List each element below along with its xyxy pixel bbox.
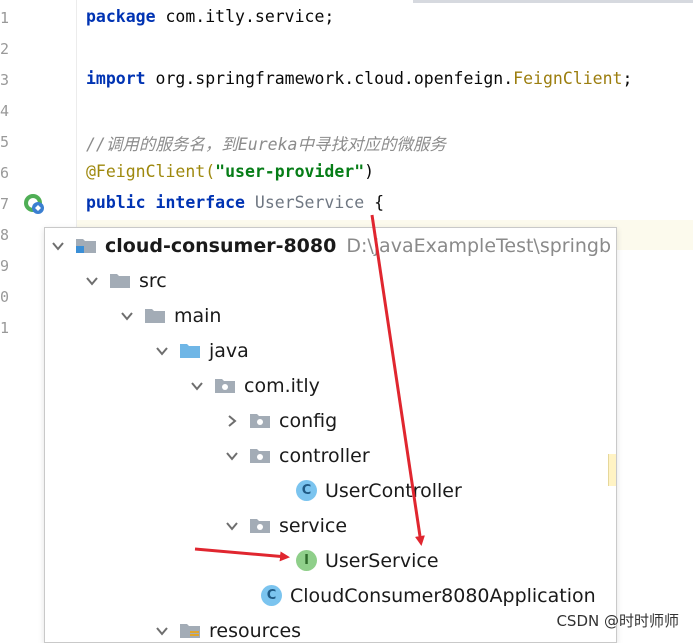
project-name: cloud-consumer-8080 (105, 234, 337, 257)
line-number-6: 6 (0, 164, 10, 182)
tree-row-main[interactable]: main (120, 298, 221, 333)
chevron-down-icon[interactable] (225, 449, 239, 463)
resources-folder-icon (180, 624, 200, 638)
tree-row-java[interactable]: java (155, 333, 249, 368)
chevron-down-icon[interactable] (190, 379, 204, 393)
package-icon (250, 449, 270, 463)
package-icon (250, 414, 270, 428)
tree-label: com.itly (244, 374, 320, 397)
line-number-8: 8 (0, 226, 10, 244)
project-path: D:\javaExampleTest\springb (346, 234, 612, 257)
tree-label: controller (279, 444, 370, 467)
line-number-10: 0 (0, 288, 10, 306)
folder-icon (110, 274, 130, 288)
chevron-down-icon[interactable] (155, 344, 169, 358)
tree-label: service (279, 514, 348, 537)
spring-boot-class-icon: C (261, 585, 282, 606)
tree-row-src[interactable]: src (85, 263, 167, 298)
tree-label: src (139, 269, 167, 292)
line-number-11: 1 (0, 319, 10, 337)
code-line-1[interactable]: package com.itly.service; (86, 7, 334, 26)
package-icon (250, 519, 270, 533)
source-folder-icon (180, 344, 200, 358)
tree-label: java (209, 339, 249, 362)
chevron-right-icon[interactable] (225, 414, 239, 428)
code-line-7[interactable]: public interface UserService { (86, 193, 384, 212)
line-number-4: 4 (0, 102, 10, 120)
line-number-3: 3 (0, 71, 10, 89)
line-number-7: 7 (0, 195, 10, 213)
code-line-6[interactable]: @FeignClient("user-provider") (86, 162, 374, 181)
tree-label: CloudConsumer8080Application (290, 584, 596, 607)
watermark: CSDN @时时师师 (556, 612, 679, 630)
code-line-3[interactable]: import org.springframework.cloud.openfei… (86, 69, 632, 88)
tree-row-user-service[interactable]: I UserService (296, 543, 439, 578)
project-tree-popup[interactable]: cloud-consumer-8080 D:\javaExampleTest\s… (44, 227, 617, 643)
editor-tab-strip (413, 0, 693, 3)
editor-marker (608, 454, 616, 486)
tree-row-service[interactable]: service (225, 508, 347, 543)
tree-row-application[interactable]: C CloudConsumer8080Application (261, 578, 596, 613)
chevron-down-icon[interactable] (155, 624, 169, 638)
tree-label: resources (209, 619, 302, 642)
tree-row-package[interactable]: com.itly (190, 368, 320, 403)
chevron-down-icon[interactable] (85, 274, 99, 288)
code-line-5-comment[interactable]: //调用的服务名，到Eureka中寻找对应的微服务 (86, 131, 446, 155)
tree-row-resources[interactable]: resources (155, 613, 302, 642)
tree-label: UserService (325, 549, 439, 572)
chevron-down-icon[interactable] (51, 239, 65, 253)
package-icon (215, 379, 235, 393)
folder-icon (145, 309, 165, 323)
implemented-gutter-icon[interactable] (22, 192, 46, 216)
line-number-1: 1 (0, 9, 10, 27)
tree-label: main (174, 304, 222, 327)
tree-row-controller[interactable]: controller (225, 438, 370, 473)
chevron-down-icon[interactable] (120, 309, 134, 323)
tree-row-project[interactable]: cloud-consumer-8080 D:\javaExampleTest\s… (51, 228, 611, 263)
chevron-down-icon[interactable] (225, 519, 239, 533)
tree-label: UserController (325, 479, 462, 502)
tree-label: config (279, 409, 338, 432)
line-number-9: 9 (0, 257, 10, 275)
class-icon: C (296, 480, 317, 501)
line-number-5: 5 (0, 133, 10, 151)
interface-icon: I (296, 550, 317, 571)
line-number-2: 2 (0, 40, 10, 58)
module-folder-icon (76, 239, 96, 253)
tree-row-config[interactable]: config (225, 403, 337, 438)
tree-row-user-controller[interactable]: C UserController (296, 473, 462, 508)
